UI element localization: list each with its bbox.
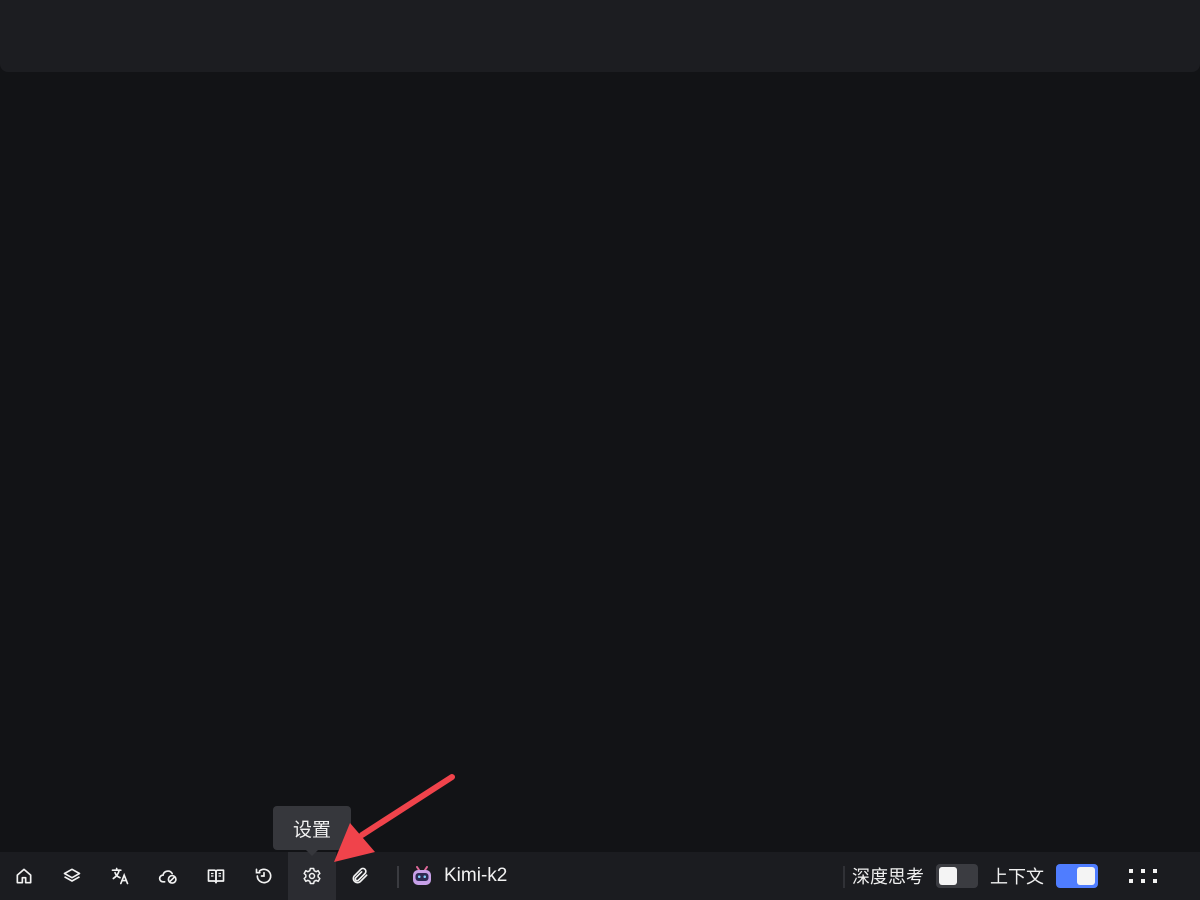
- book-icon: [207, 869, 225, 884]
- model-selector[interactable]: Kimi-k2: [410, 852, 507, 900]
- top-input-area: [0, 0, 1200, 72]
- deep-think-group: 深度思考: [852, 852, 978, 900]
- context-label: 上下文: [990, 867, 1044, 887]
- home-button[interactable]: [0, 852, 48, 900]
- paperclip-icon: [352, 867, 368, 884]
- chat-area: [0, 72, 1200, 852]
- settings-tooltip: 设置: [273, 806, 351, 856]
- history-icon: [255, 868, 272, 884]
- translate-icon: [111, 867, 129, 885]
- cloud-off-icon: [158, 870, 177, 884]
- gear-icon: [303, 867, 321, 885]
- context-group: 上下文: [990, 852, 1098, 900]
- tooltip-text: 设置: [292, 819, 331, 841]
- grid-dots-icon: [1129, 869, 1157, 883]
- toggle-knob: [939, 867, 957, 885]
- toolbar-divider: [397, 866, 399, 888]
- model-name: Kimi-k2: [444, 865, 508, 886]
- deep-think-toggle[interactable]: [936, 864, 978, 888]
- layers-icon: [63, 868, 81, 882]
- attach-button[interactable]: [336, 852, 384, 900]
- cloud-off-button[interactable]: [144, 852, 192, 900]
- deep-think-label: 深度思考: [852, 867, 924, 887]
- context-toggle[interactable]: [1056, 864, 1098, 888]
- history-button[interactable]: [240, 852, 288, 900]
- toggle-knob: [1077, 867, 1095, 885]
- settings-button[interactable]: [288, 852, 336, 900]
- more-apps-button[interactable]: [1122, 852, 1164, 900]
- layers-button[interactable]: [48, 852, 96, 900]
- home-icon: [16, 868, 32, 884]
- right-divider: [843, 866, 845, 888]
- robot-avatar-icon: [413, 866, 431, 885]
- translate-button[interactable]: [96, 852, 144, 900]
- book-button[interactable]: [192, 852, 240, 900]
